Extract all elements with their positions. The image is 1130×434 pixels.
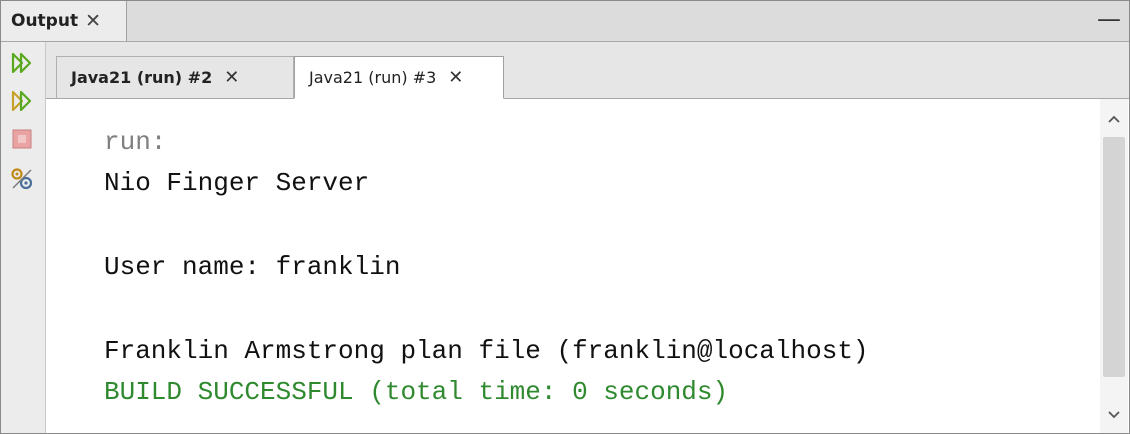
output-window: Output ✕ — Java21 (run) #2 ✕ Java21 (run… [0,0,1130,434]
console-line-plan-file: Franklin Armstrong plan file (franklin@l… [104,336,869,366]
console-line-username: User name: franklin [104,252,401,282]
settings-icon[interactable] [7,164,37,194]
rerun-different-icon[interactable] [7,86,37,116]
scroll-down-icon[interactable] [1100,401,1128,429]
output-panel-header: Output ✕ — [1,1,1129,42]
minimize-button[interactable]: — [1097,7,1121,31]
console-output[interactable]: run: Nio Finger Server User name: frankl… [46,99,1099,433]
vertical-scrollbar[interactable] [1100,99,1128,433]
output-toolbar [1,42,46,433]
run-tabs-bar: Java21 (run) #2 ✕ Java21 (run) #3 ✕ [46,42,1129,99]
tab-java21-run-3[interactable]: Java21 (run) #3 ✕ [294,56,504,99]
tab-java21-run-2[interactable]: Java21 (run) #2 ✕ [56,56,294,98]
output-panel-tab[interactable]: Output ✕ [1,1,127,41]
console-line-server: Nio Finger Server [104,168,370,198]
rerun-icon[interactable] [7,48,37,78]
output-panel-title: Output [11,11,79,31]
stop-icon[interactable] [7,124,37,154]
tab-label: Java21 (run) #3 [309,68,437,87]
close-icon[interactable]: ✕ [448,67,463,88]
close-icon[interactable]: ✕ [224,67,239,88]
tab-label: Java21 (run) #2 [71,68,213,87]
console-line-build-successful: BUILD SUCCESSFUL (total time: 0 seconds) [104,377,729,407]
close-icon[interactable]: ✕ [85,10,101,32]
scroll-thumb[interactable] [1103,137,1125,377]
console-line-run: run: [104,127,167,157]
scroll-up-icon[interactable] [1100,105,1128,133]
